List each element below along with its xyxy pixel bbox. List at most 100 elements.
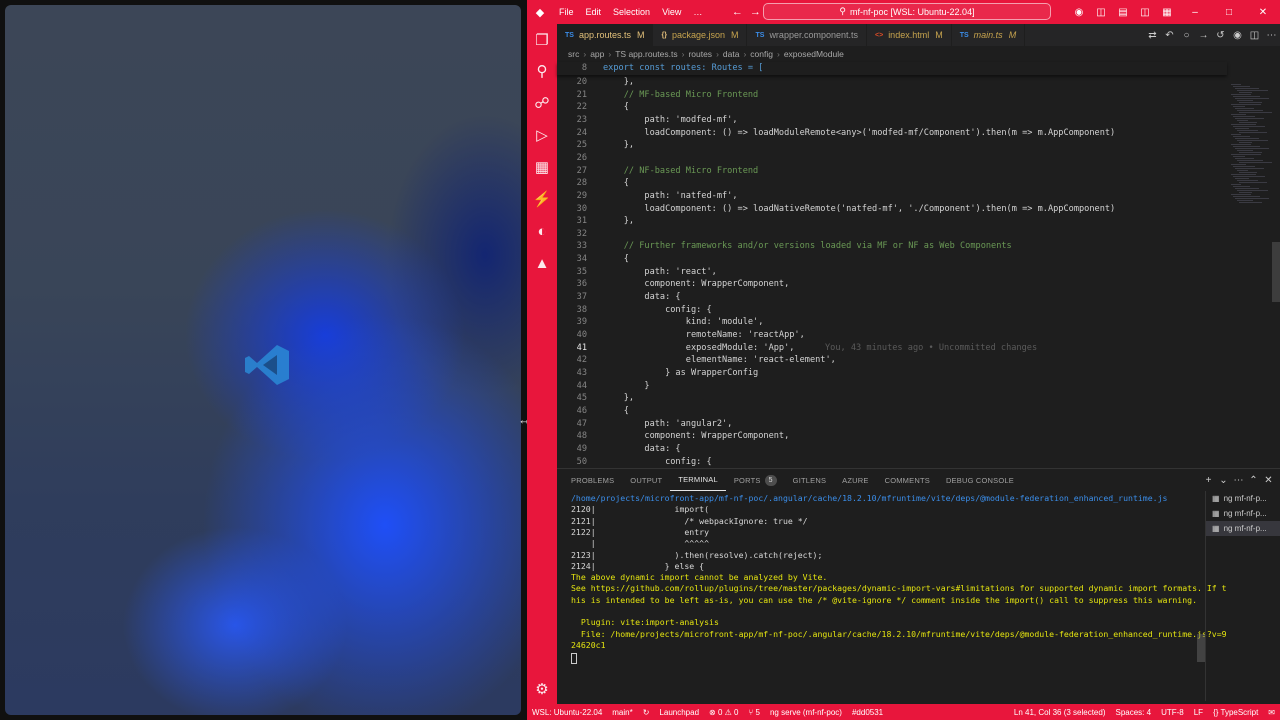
split-editor-icon[interactable]: ◫ xyxy=(1246,30,1263,41)
line-number: 34 xyxy=(576,254,587,265)
cursor-position[interactable]: Ln 41, Col 36 (3 selected) xyxy=(1009,708,1111,717)
minimap-line xyxy=(1237,180,1258,181)
remote-indicator[interactable]: WSL: Ubuntu-22.04 xyxy=(527,708,607,717)
minimap-line xyxy=(1233,176,1265,177)
commit-indicator[interactable]: #dd0531 xyxy=(847,708,888,717)
forward-arrow-icon[interactable]: → xyxy=(746,6,764,18)
minimap[interactable] xyxy=(1227,62,1280,466)
tab-gitlens[interactable]: GITLENS xyxy=(785,469,835,491)
sync-icon[interactable]: ↻ xyxy=(638,708,655,717)
tab-comments[interactable]: COMMENTS xyxy=(877,469,938,491)
settings-gear-icon[interactable]: ⚙ xyxy=(527,675,557,703)
terminal-instance[interactable]: ▦ ng mf-nf-p... xyxy=(1206,521,1280,536)
breadcrumb-item[interactable]: TS app.routes.ts xyxy=(615,49,677,59)
launchpad-item[interactable]: Launchpad xyxy=(654,708,704,717)
search-icon[interactable]: ⚲ xyxy=(527,57,557,85)
copilot-icon[interactable]: ◉ xyxy=(1068,7,1090,18)
tab-ports[interactable]: PORTS 5 xyxy=(726,469,785,491)
tab-problems[interactable]: PROBLEMS xyxy=(563,469,622,491)
compare-icon[interactable]: ⇄ xyxy=(1144,30,1161,41)
menu-view[interactable]: View xyxy=(656,7,687,17)
tab-wrapper-component[interactable]: TS wrapper.component.ts xyxy=(747,24,867,46)
line-number: 20 xyxy=(576,77,587,87)
back-arrow-icon[interactable]: ← xyxy=(728,6,746,18)
breadcrumb-item[interactable]: src xyxy=(568,49,579,59)
tab-app-routes[interactable]: TS app.routes.ts M xyxy=(557,24,654,46)
menu-edit[interactable]: Edit xyxy=(580,7,608,17)
ports-indicator[interactable]: ⑂ 5 xyxy=(743,708,764,717)
close-icon[interactable]: ✕ xyxy=(1246,7,1280,18)
sticky-scroll-line[interactable]: 8 export const routes: Routes = [ xyxy=(557,62,1227,75)
terminal-label: ng mf-nf-p... xyxy=(1223,524,1267,533)
terminal-icon: ▦ xyxy=(1212,509,1220,518)
line-number: 41 xyxy=(576,342,587,353)
terminal-scrollbar[interactable] xyxy=(1197,634,1205,662)
terminal-instance[interactable]: ▦ ng mf-nf-p... xyxy=(1206,491,1280,506)
tab-azure[interactable]: AZURE xyxy=(834,469,876,491)
run-debug-icon[interactable]: ▷ xyxy=(527,121,557,149)
minimap-line xyxy=(1233,196,1260,197)
tab-main-ts[interactable]: TS main.ts M xyxy=(952,24,1026,46)
more-actions-icon[interactable]: ⋯ xyxy=(1231,475,1246,486)
maximize-icon[interactable]: □ xyxy=(1212,7,1246,18)
copilot-chat-icon[interactable]: ◉ xyxy=(1229,30,1246,41)
end-of-line[interactable]: LF xyxy=(1189,708,1208,717)
edge-devtools-icon[interactable]: ◐ xyxy=(527,217,557,245)
breadcrumb-item[interactable]: config xyxy=(750,49,773,59)
layout-icon[interactable]: ▦ xyxy=(1156,7,1178,18)
minimap-line xyxy=(1235,168,1264,169)
menu-more[interactable]: … xyxy=(687,7,708,17)
breadcrumb-item[interactable]: exposedModule xyxy=(784,49,844,59)
window-controls: ◉ ◫ ▤ ◫ ▦ – □ ✕ xyxy=(1068,0,1280,24)
close-panel-icon[interactable]: ✕ xyxy=(1261,475,1276,486)
extensions-icon[interactable]: ▦ xyxy=(527,153,557,181)
task-indicator[interactable]: ng serve (mf-nf-poc) xyxy=(765,708,847,717)
minimap-line xyxy=(1233,136,1250,137)
minimap-line xyxy=(1233,166,1255,167)
toggle-panel-icon[interactable]: ▤ xyxy=(1112,7,1134,18)
breadcrumb-item[interactable]: app xyxy=(590,49,604,59)
timeline-icon[interactable]: ↶ xyxy=(1161,30,1178,41)
problems-indicator[interactable]: ⊗ 0 ⚠ 0 xyxy=(704,708,743,717)
tab-debug-console[interactable]: DEBUG CONSOLE xyxy=(938,469,1022,491)
minimize-icon[interactable]: – xyxy=(1178,7,1212,18)
minimap-line xyxy=(1237,100,1253,101)
code-editor[interactable]: 20 }, 21 // MF-based Micro Frontend 22 {23… xyxy=(557,75,1227,467)
code-line: { xyxy=(603,178,629,189)
breadcrumb-item[interactable]: data xyxy=(723,49,740,59)
terminal-instance[interactable]: ▦ ng mf-nf-p... xyxy=(1206,506,1280,521)
editor-tabs: TS app.routes.ts M {} package.json M TS … xyxy=(557,24,1280,46)
branch-indicator[interactable]: main* xyxy=(607,708,637,717)
maximize-panel-icon[interactable]: ⌃ xyxy=(1246,475,1261,486)
tab-package-json[interactable]: {} package.json M xyxy=(653,24,748,46)
open-changes-icon[interactable]: ↺ xyxy=(1212,30,1229,41)
azure-icon[interactable]: ▲ xyxy=(527,249,557,277)
menu-file[interactable]: File xyxy=(553,7,580,17)
encoding[interactable]: UTF-8 xyxy=(1156,708,1189,717)
chevron-down-icon[interactable]: ⌄ xyxy=(1216,475,1231,486)
language-mode[interactable]: {} TypeScript xyxy=(1208,708,1263,717)
source-control-icon[interactable]: ☍ xyxy=(527,89,557,117)
indentation[interactable]: Spaces: 4 xyxy=(1110,708,1156,717)
thunder-client-icon[interactable]: ⚡ xyxy=(527,185,557,213)
editor-scrollbar[interactable] xyxy=(1272,242,1280,302)
minimap-line xyxy=(1239,172,1257,173)
toggle-secondary-sidebar-icon[interactable]: ◫ xyxy=(1134,7,1156,18)
tab-output[interactable]: OUTPUT xyxy=(622,469,670,491)
command-center-search[interactable]: ⚲ mf-nf-poc [WSL: Ubuntu-22.04] xyxy=(763,3,1051,20)
explorer-icon[interactable]: ❐ xyxy=(527,26,557,54)
more-actions-icon[interactable]: ⋯ xyxy=(1263,30,1280,41)
circle-icon[interactable]: ○ xyxy=(1178,30,1195,41)
new-terminal-icon[interactable]: + xyxy=(1201,475,1216,486)
terminal-output[interactable]: /home/projects/microfront-app/mf-nf-poc/… xyxy=(571,491,1227,701)
arrow-right-icon[interactable]: → xyxy=(1195,30,1212,41)
tab-terminal[interactable]: TERMINAL xyxy=(670,469,726,491)
notifications-icon[interactable]: ✉ xyxy=(1263,708,1280,717)
toggle-sidebar-icon[interactable]: ◫ xyxy=(1090,7,1112,18)
breadcrumb-item[interactable]: routes xyxy=(688,49,712,59)
blurred-app-window[interactable] xyxy=(5,5,521,715)
tab-index-html[interactable]: <> index.html M xyxy=(867,24,952,46)
menu-selection[interactable]: Selection xyxy=(607,7,656,17)
minimap-line xyxy=(1233,106,1245,107)
terminal-icon: ▦ xyxy=(1212,494,1220,503)
